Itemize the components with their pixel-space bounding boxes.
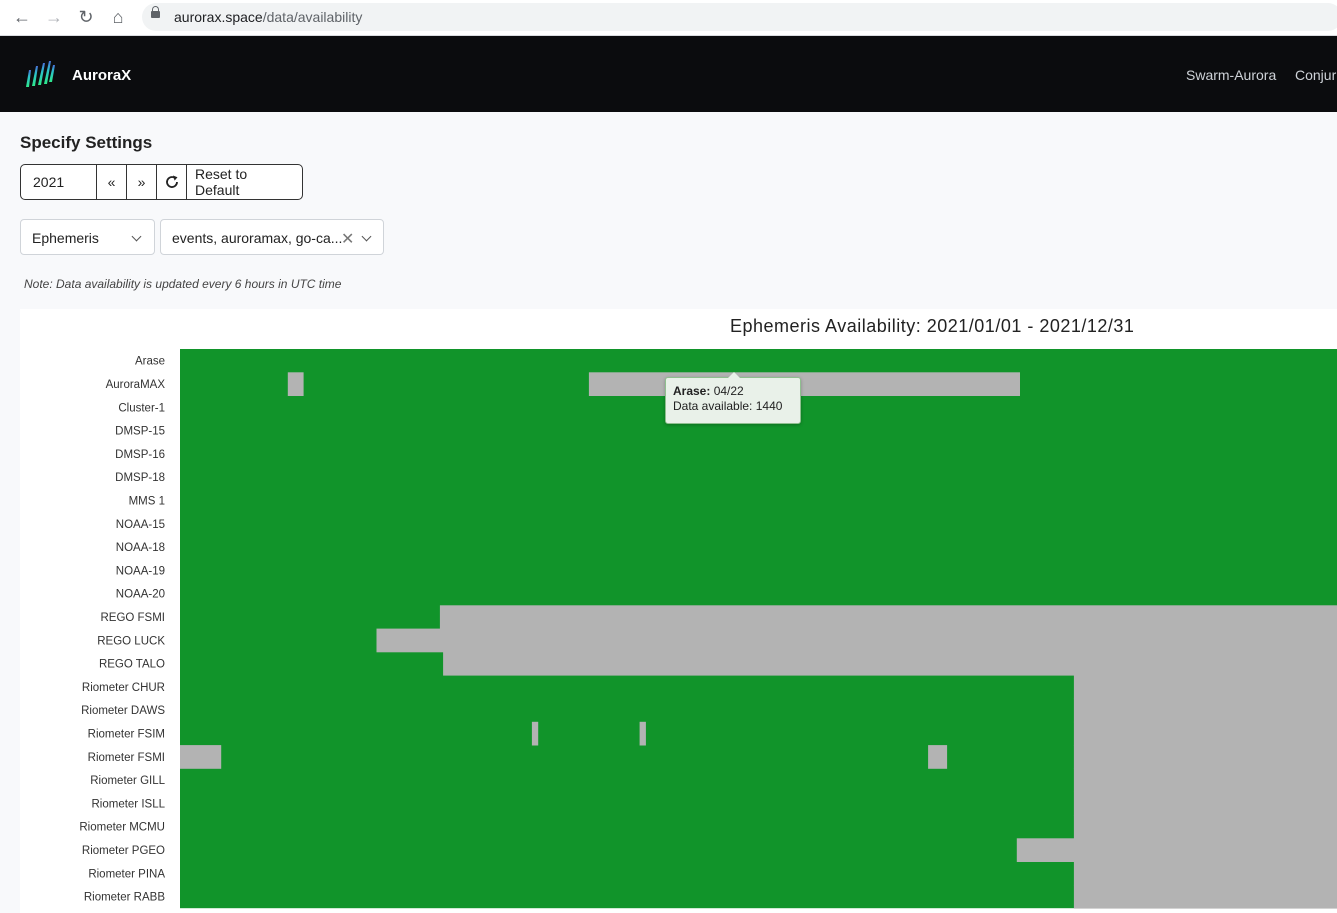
heatmap-gap-cell[interactable] [588, 372, 1020, 396]
heatmap-gap-cell[interactable] [1073, 861, 1337, 886]
row-label: MMS 1 [129, 495, 165, 507]
row-label: Riometer PGEO [82, 845, 165, 857]
row-label: Arase [135, 356, 165, 368]
heatmap-gap-cell[interactable] [1073, 698, 1337, 723]
heatmap-gap-cell[interactable] [439, 605, 1337, 629]
row-label: DMSP-15 [115, 426, 165, 438]
heatmap-tooltip: Arase: 04/22 Data available: 1440 [665, 372, 801, 424]
heatmap-gap-cell[interactable] [928, 745, 948, 769]
tooltip-date: 04/22 [713, 384, 744, 398]
row-label: NOAA-20 [116, 589, 165, 601]
row-label: Riometer GILL [90, 775, 165, 787]
heatmap-gap-cell[interactable] [1073, 768, 1337, 793]
row-label: AuroraMAX [106, 379, 166, 391]
tooltip-line-2: Data available: 1440 [673, 399, 793, 414]
row-label: REGO TALO [99, 659, 165, 671]
row-label: NOAA-18 [116, 542, 165, 554]
row-label: REGO LUCK [97, 635, 165, 647]
row-label: REGO FSMI [100, 612, 165, 624]
row-label: Riometer ISLL [91, 798, 165, 810]
heatmap-gap-cell[interactable] [1073, 721, 1337, 746]
heatmap-gap-cell[interactable] [1073, 745, 1337, 769]
row-label: DMSP-16 [115, 449, 165, 461]
heatmap-gap-cell[interactable] [1073, 815, 1337, 839]
row-label: Riometer PINA [88, 868, 165, 880]
heatmap-gap-cell[interactable] [376, 628, 1337, 653]
tooltip-name: Arase: [673, 384, 711, 398]
row-label: Cluster-1 [118, 402, 165, 414]
availability-heatmap[interactable]: Arase AuroraMAX Cluster-1 DMSP-15 DMSP-16 DMS… [0, 0, 1337, 913]
row-label: Riometer FSIM [88, 728, 165, 740]
tooltip-data-label: Data available: [673, 399, 753, 413]
row-label: NOAA-15 [116, 519, 165, 531]
heatmap-gap-cell[interactable] [180, 745, 222, 769]
row-label: Riometer RABB [84, 892, 165, 904]
row-label: Riometer CHUR [82, 682, 165, 694]
row-label: NOAA-19 [116, 565, 165, 577]
heatmap-gap-cell[interactable] [1073, 791, 1337, 816]
heatmap-gap-cell[interactable] [639, 721, 646, 746]
row-label: DMSP-18 [115, 472, 165, 484]
heatmap-gap-cell[interactable] [1073, 884, 1337, 909]
heatmap-gap-cell[interactable] [531, 721, 539, 746]
row-label: Riometer DAWS [81, 705, 165, 717]
row-label: Riometer MCMU [79, 822, 165, 834]
heatmap-gap-cell[interactable] [287, 372, 304, 396]
tooltip-line-1: Arase: 04/22 [673, 384, 793, 399]
heatmap-gap-cell[interactable] [1016, 838, 1337, 862]
row-label: Riometer FSMI [88, 752, 165, 764]
heatmap-gap-cell[interactable] [443, 651, 1337, 676]
heatmap-gap-cell[interactable] [1073, 675, 1337, 699]
tooltip-data-value: 1440 [755, 399, 783, 413]
